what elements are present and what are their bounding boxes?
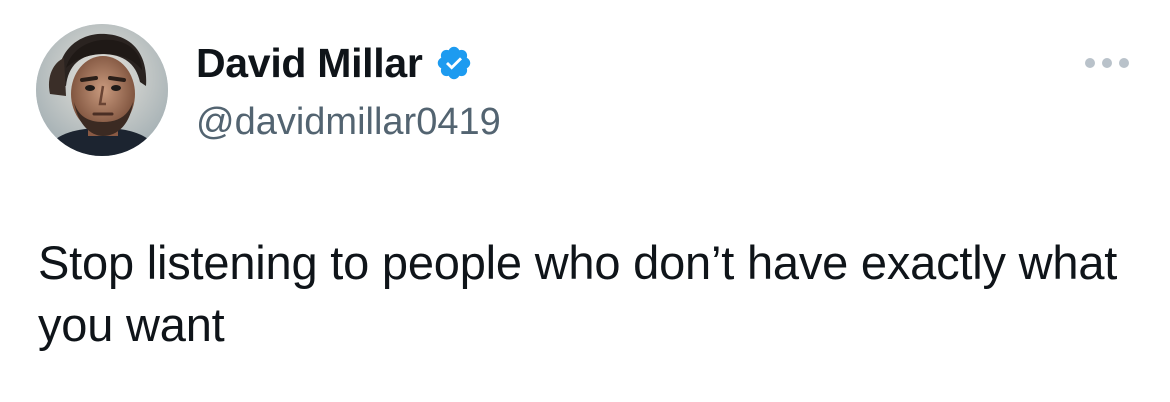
- tweet-text: Stop listening to people who don’t have …: [38, 236, 1118, 351]
- name-row: David Millar: [196, 36, 501, 90]
- display-name[interactable]: David Millar: [196, 36, 423, 90]
- avatar[interactable]: [36, 24, 168, 156]
- more-horizontal-icon: [1085, 58, 1129, 68]
- author-info: David Millar @davidmillar0419: [196, 36, 501, 148]
- more-options-button[interactable]: [1082, 48, 1132, 78]
- tweet-card[interactable]: David Millar @davidmillar0419 Stop liste…: [0, 0, 1170, 402]
- handle[interactable]: @davidmillar0419: [196, 96, 501, 148]
- profile-photo-icon: [36, 24, 168, 156]
- verified-badge-icon: [435, 44, 473, 82]
